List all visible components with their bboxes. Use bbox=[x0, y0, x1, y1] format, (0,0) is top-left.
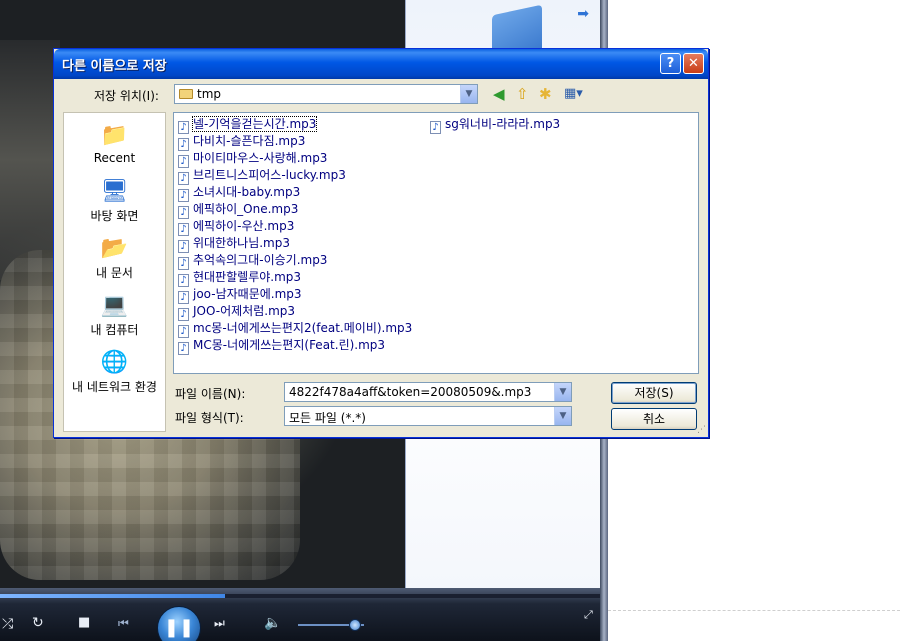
music-file-icon: ♪ bbox=[178, 342, 189, 355]
place-label: 바탕 화면 bbox=[90, 209, 139, 223]
resize-grip-icon[interactable]: ⋰ bbox=[697, 425, 706, 435]
fullscreen-icon[interactable]: ⤢ bbox=[584, 608, 593, 622]
cancel-button[interactable]: 취소 bbox=[611, 408, 697, 430]
file-type-dropdown[interactable]: 모든 파일 (*.*) ▼ bbox=[284, 406, 572, 426]
music-file-icon: ♪ bbox=[430, 121, 441, 134]
up-folder-icon[interactable]: ⇧ bbox=[516, 86, 529, 102]
list-item[interactable]: ♪ 넬-기억을걷는시간.mp3 bbox=[178, 115, 318, 134]
list-item[interactable]: ♪ 현대판할렐루야.mp3 bbox=[178, 268, 301, 287]
player-controls: ⤮ ↻ ■ ⏮ ❚❚ ⏭ 🔈 ⤢ bbox=[0, 588, 608, 641]
place-label: 내 문서 bbox=[96, 266, 133, 280]
list-item[interactable]: ♪ 위대한하나님.mp3 bbox=[178, 234, 290, 253]
list-item[interactable]: ♪ 마이티마우스-사랑해.mp3 bbox=[178, 149, 327, 168]
place-label: 내 컴퓨터 bbox=[90, 323, 139, 337]
help-button[interactable]: ? bbox=[660, 53, 681, 74]
places-bar: 📁 Recent 🖥 바탕 화면 📂 내 문서 💻 내 컴퓨터 🌐 내 네트워크… bbox=[63, 112, 166, 432]
title-bar[interactable]: 다른 이름으로 저장 ? ✕ bbox=[54, 49, 708, 79]
save-button[interactable]: 저장(S) bbox=[611, 382, 697, 404]
place-label: 내 네트워크 환경 bbox=[72, 380, 157, 394]
list-item[interactable]: ♪ mc몽-너에게쓰는편지2(feat.메이비).mp3 bbox=[178, 319, 412, 338]
video-frame-shadow bbox=[0, 40, 60, 280]
chevron-down-icon[interactable]: ▼ bbox=[460, 85, 477, 103]
desktop-divider bbox=[608, 610, 900, 611]
place-my-documents[interactable]: 📂 내 문서 bbox=[64, 236, 165, 281]
list-item[interactable]: ♪ JOO-어제처럼.mp3 bbox=[178, 302, 295, 321]
place-label: Recent bbox=[93, 151, 136, 165]
save-as-dialog: 다른 이름으로 저장 ? ✕ 저장 위치(I): tmp ▼ ◀ ⇧ ✱ ▦▾ … bbox=[53, 48, 709, 438]
save-in-value: tmp bbox=[197, 87, 222, 101]
list-item[interactable]: ♪ sg워너비-라라라.mp3 bbox=[430, 115, 560, 134]
next-icon[interactable]: ⏭ bbox=[214, 616, 225, 631]
list-item[interactable]: ♪ 에픽하이_One.mp3 bbox=[178, 200, 298, 219]
file-name-value: 4822f478a4aff&token=20080509&.mp3 bbox=[289, 385, 532, 399]
my-computer-icon: 💻 bbox=[100, 293, 129, 318]
list-item[interactable]: ♪ joo-남자때문에.mp3 bbox=[178, 285, 302, 304]
place-my-computer[interactable]: 💻 내 컴퓨터 bbox=[64, 293, 165, 338]
arrow-right-icon[interactable]: ➡ bbox=[577, 6, 589, 22]
list-item[interactable]: ♪ 다비치-슬픈다짐.mp3 bbox=[178, 132, 305, 151]
chevron-down-icon[interactable]: ▼ bbox=[554, 383, 571, 401]
place-recent[interactable]: 📁 Recent bbox=[64, 123, 165, 165]
pause-button[interactable]: ❚❚ bbox=[157, 606, 201, 641]
seek-bar[interactable] bbox=[0, 594, 600, 598]
save-in-dropdown[interactable]: tmp ▼ bbox=[174, 84, 478, 104]
file-type-value: 모든 파일 (*.*) bbox=[289, 411, 366, 425]
file-name-field[interactable]: 4822f478a4aff&token=20080509&.mp3 ▼ bbox=[284, 382, 572, 402]
list-item[interactable]: ♪ MC몽-너에게쓰는편지(Feat.린).mp3 bbox=[178, 336, 385, 355]
file-list[interactable]: ♪ 넬-기억을걷는시간.mp3 ♪ 다비치-슬픈다짐.mp3 ♪ 마이티마우스-사랑해… bbox=[173, 112, 699, 374]
dialog-title: 다른 이름으로 저장 bbox=[62, 59, 167, 74]
views-menu-icon[interactable]: ▦▾ bbox=[564, 86, 583, 102]
stop-icon[interactable]: ■ bbox=[78, 615, 90, 630]
list-item[interactable]: ♪ 추억속의그대-이승기.mp3 bbox=[178, 251, 327, 270]
network-icon: 🌐 bbox=[100, 350, 129, 375]
list-item[interactable]: ♪ 소녀시대-baby.mp3 bbox=[178, 183, 300, 202]
file-type-label: 파일 형식(T): bbox=[175, 411, 244, 425]
list-item[interactable]: ♪ 에픽하이-우산.mp3 bbox=[178, 217, 294, 236]
previous-icon[interactable]: ⏮ bbox=[118, 616, 129, 631]
place-desktop[interactable]: 🖥 바탕 화면 bbox=[64, 179, 165, 224]
place-network[interactable]: 🌐 내 네트워크 환경 bbox=[64, 350, 165, 395]
seek-progress bbox=[0, 594, 225, 598]
recent-folder-icon: 📁 bbox=[100, 123, 129, 148]
my-documents-icon: 📂 bbox=[100, 236, 129, 261]
shuffle-icon[interactable]: ⤮ bbox=[2, 616, 13, 632]
volume-knob[interactable] bbox=[349, 619, 362, 631]
file-name-label: 파일 이름(N): bbox=[175, 387, 246, 401]
volume-icon[interactable]: 🔈 bbox=[264, 615, 281, 631]
new-folder-icon[interactable]: ✱ bbox=[539, 86, 552, 102]
chevron-down-icon[interactable]: ▼ bbox=[554, 407, 571, 425]
close-button[interactable]: ✕ bbox=[683, 53, 704, 74]
back-icon[interactable]: ◀ bbox=[493, 86, 505, 102]
repeat-icon[interactable]: ↻ bbox=[32, 615, 44, 631]
list-item[interactable]: ♪ 브리트니스피어스-lucky.mp3 bbox=[178, 166, 346, 185]
save-in-label: 저장 위치(I): bbox=[94, 89, 159, 103]
folder-icon bbox=[179, 89, 193, 99]
desktop-icon: 🖥 bbox=[100, 179, 129, 204]
